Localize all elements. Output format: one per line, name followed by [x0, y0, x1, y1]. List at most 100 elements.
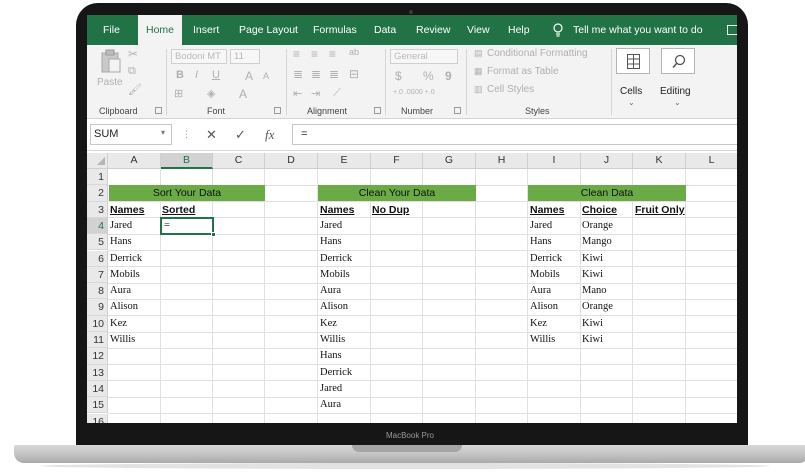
names-header[interactable]: Names — [530, 202, 564, 218]
name-cell[interactable]: Jared — [110, 218, 132, 234]
bold-button[interactable]: B — [176, 69, 184, 81]
fill-color-icon[interactable]: ◈ — [207, 87, 215, 100]
paste-icon[interactable] — [100, 49, 122, 73]
conditional-formatting-button[interactable]: Conditional Formatting — [487, 48, 588, 59]
name-cell[interactable]: Aura — [110, 283, 131, 299]
tab-data[interactable]: Data — [374, 15, 396, 45]
italic-button[interactable]: I — [195, 69, 198, 81]
decrease-decimal-button[interactable]: .00 +.0 — [413, 89, 435, 96]
cell-styles-icon[interactable]: ▥ — [474, 84, 483, 95]
percent-button[interactable]: % — [423, 69, 434, 83]
clean-data-banner[interactable]: Clean Data — [528, 185, 686, 202]
choice-cell[interactable]: Kiwi — [582, 332, 603, 348]
paste-button[interactable]: Paste — [97, 77, 123, 88]
name-cell[interactable]: Jared — [320, 218, 342, 234]
editing-button[interactable]: Editing — [660, 86, 691, 97]
name-cell[interactable]: Aura — [320, 283, 341, 299]
insert-function-button[interactable]: fx — [265, 124, 274, 145]
shrink-font-button[interactable]: A — [263, 71, 269, 81]
copy-icon[interactable]: ⧉ — [128, 65, 136, 78]
names-header[interactable]: Names — [320, 202, 354, 218]
font-color-button[interactable]: A — [239, 87, 247, 101]
formula-input[interactable]: = — [292, 124, 737, 145]
names-header[interactable]: Names — [110, 202, 144, 218]
name-cell[interactable]: Derrick — [530, 251, 562, 267]
name-cell[interactable]: Mobils — [530, 267, 560, 283]
row-header[interactable]: 8 — [87, 283, 108, 300]
number-format-dropdown[interactable]: General — [390, 49, 458, 64]
column-header-b[interactable]: B — [161, 153, 213, 169]
row-header[interactable]: 3 — [87, 201, 108, 218]
clean-section-banner[interactable]: Clean Your Data — [318, 185, 476, 202]
row-header[interactable]: 7 — [87, 266, 108, 284]
cells-icon[interactable] — [616, 48, 650, 74]
name-cell[interactable]: Mobils — [110, 267, 140, 283]
name-cell[interactable]: Derrick — [320, 365, 352, 381]
enter-button[interactable]: ✓ — [235, 124, 246, 145]
row-header[interactable]: 2 — [87, 185, 108, 202]
row-header[interactable]: 10 — [87, 315, 108, 332]
tab-formulas[interactable]: Formulas — [313, 15, 357, 45]
name-cell[interactable]: Derrick — [110, 251, 142, 267]
name-cell[interactable]: Aura — [320, 397, 341, 413]
align-bottom-icon[interactable]: ≡ — [329, 47, 336, 61]
align-center-icon[interactable]: ≣ — [311, 67, 321, 81]
name-cell[interactable]: Hans — [110, 234, 132, 250]
cells-button[interactable]: Cells — [620, 86, 642, 97]
tab-view[interactable]: View — [467, 15, 490, 45]
choice-cell[interactable]: Orange — [582, 218, 613, 234]
align-left-icon[interactable]: ≣ — [293, 67, 303, 81]
cut-icon[interactable]: ✂ — [128, 47, 138, 61]
sort-section-banner[interactable]: Sort Your Data — [109, 185, 265, 202]
decrease-indent-icon[interactable]: ⇤ — [293, 87, 302, 100]
format-as-table-icon[interactable]: ▦ — [474, 66, 483, 77]
column-header-h[interactable]: H — [476, 153, 528, 169]
row-header[interactable]: 14 — [87, 380, 108, 398]
merge-center-icon[interactable]: ⊟ — [349, 67, 359, 81]
name-cell[interactable]: Hans — [320, 348, 342, 364]
name-cell[interactable]: Jared — [320, 381, 342, 397]
clipboard-launcher-icon[interactable] — [155, 107, 162, 114]
choice-cell[interactable]: Mango — [582, 234, 612, 250]
active-cell-b4[interactable]: = — [160, 217, 214, 235]
column-header-c[interactable]: C — [213, 153, 265, 169]
tab-home[interactable]: Home — [138, 15, 183, 45]
column-header-g[interactable]: G — [423, 153, 476, 169]
row-header[interactable]: 1 — [87, 169, 108, 186]
name-cell[interactable]: Derrick — [320, 251, 352, 267]
conditional-formatting-icon[interactable]: ▤ — [474, 48, 483, 59]
name-cell[interactable]: Aura — [530, 283, 551, 299]
cell-styles-button[interactable]: Cell Styles — [487, 84, 534, 95]
name-box[interactable]: SUM — [90, 124, 172, 145]
underline-button[interactable]: U — [212, 69, 220, 81]
choice-cell[interactable]: Kiwi — [582, 316, 603, 332]
column-header-l[interactable]: L — [686, 153, 737, 169]
borders-icon[interactable]: ⊞ — [174, 87, 183, 100]
font-launcher-icon[interactable] — [274, 107, 281, 114]
name-cell[interactable]: Jared — [530, 218, 552, 234]
row-header[interactable]: 5 — [87, 234, 108, 251]
name-cell[interactable]: Kez — [530, 316, 547, 332]
chevron-down-icon[interactable]: ⌄ — [674, 98, 681, 107]
column-header-d[interactable]: D — [265, 153, 318, 169]
format-as-table-button[interactable]: Format as Table — [487, 66, 559, 77]
column-header-i[interactable]: I — [528, 153, 581, 169]
tell-me-search[interactable]: Tell me what you want to do — [573, 15, 703, 45]
chevron-down-icon[interactable]: ⌄ — [628, 98, 635, 107]
align-middle-icon[interactable]: ≡ — [311, 47, 318, 61]
choice-header[interactable]: Choice — [582, 202, 617, 218]
name-cell[interactable]: Alison — [530, 299, 558, 315]
select-all-button[interactable] — [87, 153, 108, 169]
font-name-dropdown[interactable]: Bodoni MT — [171, 49, 227, 64]
name-cell[interactable]: Willis — [530, 332, 555, 348]
name-cell[interactable]: Kez — [110, 316, 127, 332]
fruit-only-header[interactable]: Fruit Only — [635, 202, 685, 218]
name-cell[interactable]: Hans — [320, 234, 342, 250]
tab-page-layout[interactable]: Page Layout — [239, 15, 298, 45]
row-header[interactable]: 12 — [87, 348, 108, 365]
grow-font-button[interactable]: A — [245, 69, 253, 83]
row-header[interactable]: 11 — [87, 332, 108, 349]
alignment-launcher-icon[interactable] — [374, 107, 381, 114]
format-painter-icon[interactable]: 🖌 — [128, 83, 142, 96]
name-cell[interactable]: Alison — [320, 299, 348, 315]
